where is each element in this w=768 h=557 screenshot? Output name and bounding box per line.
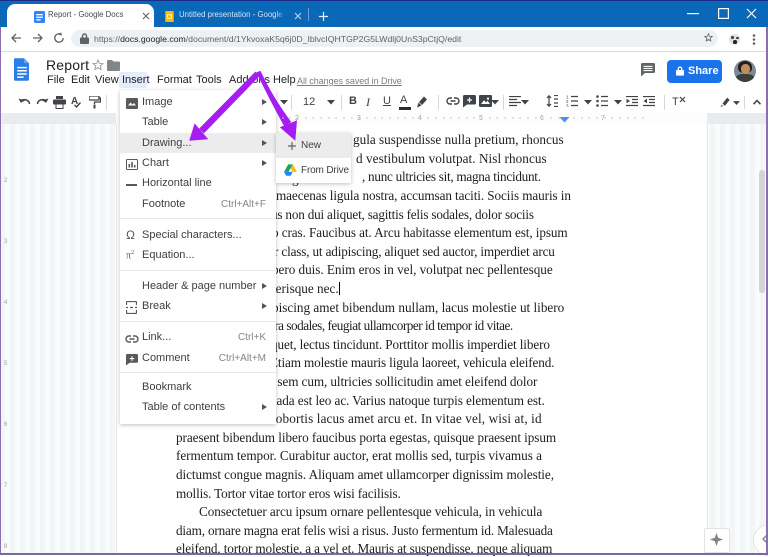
svg-text:3: 3 <box>566 104 569 108</box>
svg-text:7: 7 <box>4 483 8 489</box>
svg-text:T: T <box>672 96 679 108</box>
svg-text:3: 3 <box>4 239 8 245</box>
svg-text:6: 6 <box>4 422 8 428</box>
svg-text:7: 7 <box>601 115 605 122</box>
svg-text:5: 5 <box>4 361 8 367</box>
svg-text:4: 4 <box>4 300 8 306</box>
svg-text:2: 2 <box>4 178 8 184</box>
svg-text:8: 8 <box>4 544 8 550</box>
